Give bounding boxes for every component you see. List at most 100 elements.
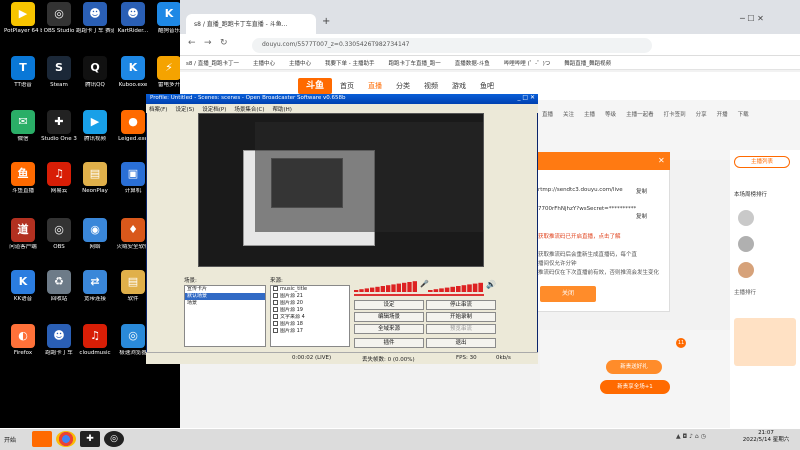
nav-link[interactable]: 直播	[368, 82, 382, 90]
bookmark-item[interactable]: 舞蹈直播_舞蹈视频	[564, 61, 611, 67]
obs-button[interactable]: 全域来源	[354, 324, 424, 334]
bookmark-item[interactable]: s8 / 直播_跑跑卡丁一	[186, 61, 239, 67]
obs-menu-item[interactable]: 设定(S)	[175, 107, 194, 113]
obs-button[interactable]: 开始录制	[426, 312, 496, 322]
bookmark-item[interactable]: 哔哩哔哩 (゜-゜)つ	[504, 61, 551, 67]
source-checkbox[interactable]	[273, 286, 278, 291]
taskbar-chrome-icon[interactable]	[56, 431, 76, 447]
quick-link[interactable]: 等级	[605, 112, 616, 118]
source-checkbox[interactable]	[273, 307, 278, 312]
obs-menu-item[interactable]: 档案(F)	[149, 107, 167, 113]
quick-link[interactable]: 关注	[563, 112, 574, 118]
desktop-icon[interactable]: ♻ 回收站	[40, 270, 78, 302]
douyu-logo[interactable]: 斗鱼	[298, 78, 332, 94]
source-checkbox[interactable]	[273, 314, 278, 319]
source-item[interactable]: 图片源 19	[271, 307, 349, 314]
obs-button[interactable]: 预览串流	[426, 324, 496, 334]
desktop-icon[interactable]: ☻ 跑跑卡丁车 赛道	[76, 2, 114, 34]
source-checkbox[interactable]	[273, 328, 278, 333]
desktop-icon[interactable]: K Kuboo.exe	[114, 56, 152, 88]
desktop-icon[interactable]: 道问道客户端	[4, 218, 42, 250]
nav-link[interactable]: 分类	[396, 82, 410, 90]
scene-item[interactable]: 默认场景	[185, 293, 265, 300]
taskbar-clock[interactable]: 21:07 2022/5/14 星期六	[734, 430, 798, 448]
nav-link[interactable]: 游戏	[452, 82, 466, 90]
bookmark-item[interactable]: 主播中心	[253, 61, 275, 67]
speaker-icon[interactable]: 🔊	[486, 280, 496, 289]
desktop-icon[interactable]: ◎ OBS	[40, 218, 78, 250]
copy-key-button[interactable]: 复制	[636, 212, 647, 220]
copy-url-button[interactable]: 复制	[636, 187, 647, 195]
obs-button[interactable]: 插件	[354, 338, 424, 348]
gift-sub-button[interactable]: 新贵享全场+1	[600, 380, 670, 394]
desktop-icon[interactable]: ⇄ 宽带连接	[76, 270, 114, 302]
source-item[interactable]: 图片源 18	[271, 321, 349, 328]
desktop-icon[interactable]: ☻ 跑跑卡丁车	[40, 324, 78, 356]
obs-preview[interactable]	[198, 113, 484, 267]
desktop-icon[interactable]: ✚ Studio One 3	[40, 110, 78, 142]
source-checkbox[interactable]	[273, 321, 278, 326]
quick-link[interactable]: 下载	[738, 112, 749, 118]
bookmark-item[interactable]: 直播数据-斗鱼	[455, 61, 490, 67]
desktop-icon[interactable]: T TT语音	[4, 56, 42, 88]
quick-link[interactable]: 分享	[696, 112, 707, 118]
back-icon[interactable]: ←	[188, 38, 196, 48]
obs-button[interactable]: 退出	[426, 338, 496, 348]
window-controls[interactable]: ─ ☐ ✕	[740, 14, 764, 23]
desktop-icon[interactable]: ◉ 网络	[76, 218, 114, 250]
scene-item[interactable]: 宣传卡片	[185, 286, 265, 293]
start-button[interactable]: 开始	[2, 430, 28, 448]
bookmark-item[interactable]: 跑跑卡丁车直播_跑一	[388, 61, 440, 67]
source-checkbox[interactable]	[273, 300, 278, 305]
source-item[interactable]: music_title	[271, 286, 349, 293]
dialog-close-icon[interactable]: ✕	[658, 156, 665, 165]
source-item[interactable]: 图片源 20	[271, 300, 349, 307]
mic-audio-meter[interactable]	[428, 280, 484, 292]
forward-icon[interactable]: →	[204, 38, 212, 48]
gift-button[interactable]: 新贵送好礼	[606, 360, 662, 374]
desktop-icon[interactable]: ☻ KartRider...	[114, 2, 152, 34]
desktop-audio-meter[interactable]	[354, 280, 418, 292]
source-checkbox[interactable]	[273, 293, 278, 298]
desktop-icon[interactable]: S Steam	[40, 56, 78, 88]
scene-item[interactable]: 场景	[185, 300, 265, 307]
dialog-close-button[interactable]: 关闭	[540, 286, 596, 302]
browser-tab[interactable]: s8 / 直播_跑跑卡丁车直播 - 斗鱼...	[186, 14, 316, 34]
promo-card[interactable]	[734, 318, 796, 366]
desktop-icon[interactable]: ▶ 腾讯视频	[76, 110, 114, 142]
obs-button[interactable]: 编辑场景	[354, 312, 424, 322]
quick-link[interactable]: 直播	[542, 112, 553, 118]
source-item[interactable]: 图片源 21	[271, 293, 349, 300]
desktop-icon[interactable]: ✉ 微信	[4, 110, 42, 142]
desktop-icon[interactable]: K KK语音	[4, 270, 42, 302]
quick-link[interactable]: 开播	[717, 112, 728, 118]
desktop-icon[interactable]: ▶ PotPlayer 64 bit	[4, 2, 42, 34]
nav-link[interactable]: 视频	[424, 82, 438, 90]
desktop-icon[interactable]: 鱼斗鱼直播	[4, 162, 42, 194]
bookmark-item[interactable]: 我要下单 - 主播助手	[325, 61, 374, 67]
obs-button[interactable]: 停止串流	[426, 300, 496, 310]
desktop-icon[interactable]: Q 腾讯QQ	[76, 56, 114, 88]
obs-button[interactable]: 设定	[354, 300, 424, 310]
source-item[interactable]: 文字来源 4	[271, 314, 349, 321]
dialog-link[interactable]: 获取推流码已开启直播，点击了解	[538, 232, 621, 240]
desktop-icon[interactable]: ▤ NeonPlay	[76, 162, 114, 194]
quick-link[interactable]: 主播一起看	[626, 112, 654, 118]
bookmark-item[interactable]: 主播中心	[289, 61, 311, 67]
obs-window-controls[interactable]: _ □ ✕	[517, 94, 535, 101]
nav-link[interactable]: 首页	[340, 82, 354, 90]
quick-link[interactable]: 主播	[584, 112, 595, 118]
url-input[interactable]: douyu.com/5577T007_z=0.3305426T982734147	[252, 38, 652, 53]
source-item[interactable]: 图片源 17	[271, 328, 349, 335]
desktop-icon[interactable]: ♫ cloudmusic	[76, 324, 114, 356]
taskbar-obs-icon[interactable]: ◎	[104, 431, 124, 447]
taskbar-douyu-icon[interactable]	[32, 431, 52, 447]
anchor-list-button[interactable]: 主播列表	[734, 156, 790, 168]
desktop-icon[interactable]: ◐ Firefox	[4, 324, 42, 356]
tray-icons[interactable]: ▲ ◘ ♪ ⌂ ◷	[676, 433, 728, 445]
taskbar-studio-icon[interactable]: ✚	[80, 431, 100, 447]
new-tab-button[interactable]: +	[322, 16, 330, 27]
nav-link[interactable]: 鱼吧	[480, 82, 494, 90]
desktop-icon[interactable]: ◎ OBS Studio	[40, 2, 78, 34]
desktop-icon[interactable]: ♫ 网易云	[40, 162, 78, 194]
